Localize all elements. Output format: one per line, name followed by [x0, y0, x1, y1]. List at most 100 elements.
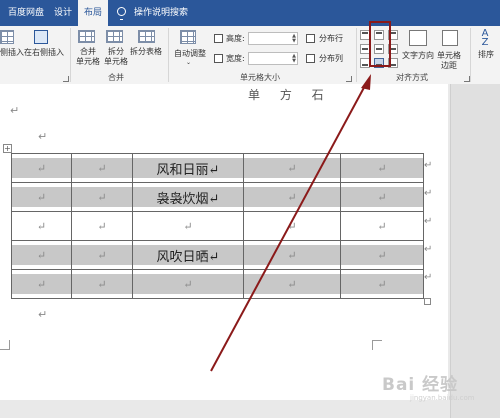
table-row: ↵ ↵ 风和日丽↵ ↵ ↵ [11, 153, 424, 183]
table-cell[interactable]: ↵ [71, 240, 133, 270]
cell-text: ↵ [287, 190, 297, 204]
table-cell[interactable]: ↵ [11, 269, 72, 299]
row-end-mark: ↵ [424, 244, 433, 255]
cell-text: ↵ [287, 161, 297, 175]
table-row: ↵ ↵ ↵ ↵ ↵ [11, 269, 424, 299]
column-width-icon [214, 54, 223, 63]
height-spinner[interactable]: ▲ ▼ [292, 34, 296, 44]
table-row: ↵ ↵ 风吹日晒↵ ↵ ↵ [11, 240, 424, 270]
merge-group-label: 合并 [108, 73, 124, 82]
chevron-down-icon: ⌄ [186, 59, 192, 66]
table-cell[interactable]: ↵ [243, 182, 341, 212]
paragraph-mark: ↵ [38, 308, 48, 321]
document-page[interactable]: 单 方 石 ↵ ↵ + ↵ ↵ 风和日丽↵ ↵ ↵ ↵ ↵ 袅袅炊烟↵ ↵ ↵ ↵ ↵ ↵ ↵ ↵ ↵ ↵ 风吹日… [0, 84, 448, 400]
watermark-url: jingyan.baidu.com [410, 394, 475, 402]
insert-left-button[interactable]: 侧插入 [0, 48, 24, 58]
merge-cells-icon [78, 30, 95, 43]
group-launcher-icon[interactable] [63, 76, 69, 82]
table-cell[interactable]: ↵ [71, 269, 133, 299]
cell-text: ↵ [287, 277, 297, 291]
merge-cells-button[interactable]: 合并 单元格 [76, 47, 100, 67]
vertical-scrollbar[interactable] [450, 84, 500, 418]
cell-text: ↵ [377, 219, 387, 233]
distribute-columns-button[interactable]: 分布列 [319, 54, 343, 64]
table-cell[interactable]: 袅袅炊烟↵ [132, 182, 244, 212]
cell-size-group-label: 单元格大小 [240, 73, 280, 82]
tab-baidu-netdisk[interactable]: 百度网盘 [2, 0, 50, 26]
table-row: ↵ ↵ 袅袅炊烟↵ ↵ ↵ [11, 182, 424, 212]
distribute-columns-icon [306, 54, 315, 63]
alignment-highlight-box [369, 21, 391, 67]
crop-mark [372, 340, 382, 350]
distribute-rows-button[interactable]: 分布行 [319, 34, 343, 44]
cell-text: ↵ [97, 219, 107, 233]
height-label: 高度: [226, 34, 245, 43]
paragraph-mark: ↵ [38, 130, 48, 143]
cell-text: ↵ [97, 161, 107, 175]
table-cell[interactable]: ↵ [243, 240, 341, 270]
table-cell[interactable]: ↵ [11, 153, 72, 183]
table-cell[interactable]: ↵ [71, 182, 133, 212]
width-field[interactable]: ▲ ▼ [248, 52, 298, 65]
text-direction-button[interactable]: 文字方向 [402, 51, 434, 61]
table-resize-handle[interactable] [424, 298, 431, 305]
row-end-mark: ↵ [424, 160, 433, 171]
table-cell[interactable]: ↵ [71, 211, 133, 241]
table-cell[interactable]: ↵ [340, 182, 424, 212]
row-end-mark: ↵ [424, 188, 433, 199]
tab-layout[interactable]: 布局 [78, 0, 109, 26]
insert-right-icon [34, 30, 48, 44]
group-launcher-icon[interactable] [346, 76, 352, 82]
cell-margins-button[interactable]: 单元格 边距 [437, 51, 461, 71]
split-cells-icon [106, 30, 123, 43]
table-cell[interactable]: ↵ [340, 240, 424, 270]
ribbon-layout: 侧插入 在右侧插入 合并 单元格 拆分 单元格 拆分表格 合并 自动调整 ⌄ 高… [0, 26, 500, 85]
cell-text: ↵ [36, 219, 47, 233]
sort-button[interactable]: 排序 [478, 50, 494, 60]
insert-left-icon [0, 30, 14, 44]
split-cells-button[interactable]: 拆分 单元格 [104, 47, 128, 67]
insert-right-button[interactable]: 在右侧插入 [24, 48, 64, 58]
table-cell[interactable]: ↵ [340, 211, 424, 241]
cell-text: ↵ [36, 248, 47, 262]
tab-design[interactable]: 设计 [48, 0, 78, 26]
lightbulb-icon [117, 7, 126, 20]
table-cell[interactable]: ↵ [243, 153, 341, 183]
row-end-mark: ↵ [424, 272, 433, 283]
cell-text: ↵ [36, 161, 47, 175]
cell-text: ↵ [287, 248, 297, 262]
width-spinner[interactable]: ▲ ▼ [292, 54, 296, 64]
crop-mark [0, 340, 10, 350]
table-cell[interactable]: ↵ [340, 269, 424, 299]
cell-text: ↵ [97, 248, 107, 262]
split-table-icon [138, 30, 155, 43]
ribbon-separator [70, 28, 71, 82]
cell-text: ↵ [377, 277, 387, 291]
distribute-rows-icon [306, 34, 315, 43]
table-row: ↵ ↵ ↵ ↵ ↵ [11, 211, 424, 241]
tell-me-search[interactable]: 操作说明搜索 [128, 0, 194, 26]
autofit-icon [180, 30, 196, 44]
height-field[interactable]: ▲ ▼ [248, 32, 298, 45]
table-cell[interactable]: ↵ [132, 269, 244, 299]
table-cell[interactable]: ↵ [11, 240, 72, 270]
table-cell[interactable]: 风和日丽↵ [132, 153, 244, 183]
paragraph-mark: ↵ [10, 104, 20, 117]
cell-text: ↵ [36, 190, 47, 204]
cell-text: ↵ [377, 190, 387, 204]
cell-text: ↵ [36, 277, 47, 291]
table-cell[interactable]: ↵ [11, 182, 72, 212]
table-cell[interactable]: ↵ [71, 153, 133, 183]
row-height-icon [214, 34, 223, 43]
table-cell[interactable]: ↵ [340, 153, 424, 183]
table-cell[interactable]: ↵ [243, 211, 341, 241]
alignment-group-label: 对齐方式 [396, 73, 428, 82]
table-cell[interactable]: ↵ [11, 211, 72, 241]
sort-az-icon: A Z [481, 28, 489, 48]
table-cell[interactable]: ↵ [132, 211, 244, 241]
table-cell[interactable]: 风吹日晒↵ [132, 240, 244, 270]
document-table[interactable]: ↵ ↵ 风和日丽↵ ↵ ↵ ↵ ↵ 袅袅炊烟↵ ↵ ↵ ↵ ↵ ↵ ↵ ↵ ↵ ↵ 风吹日晒↵ ↵ ↵ ↵ ↵ ↵ ↵ ↵ [11, 153, 424, 299]
table-move-handle[interactable]: + [3, 144, 12, 153]
table-cell[interactable]: ↵ [243, 269, 341, 299]
split-table-button[interactable]: 拆分表格 [130, 47, 162, 57]
